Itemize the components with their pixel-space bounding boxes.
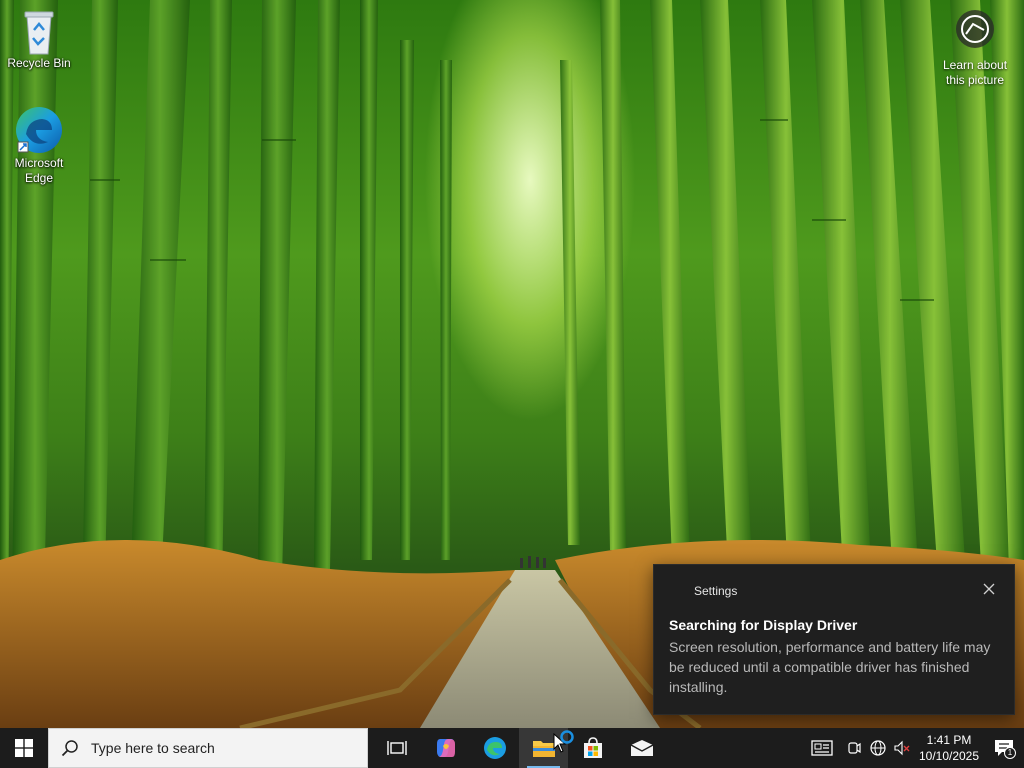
meet-now-button[interactable] [842,728,866,768]
desktop-icon-label: Recycle Bin [7,56,71,70]
folder-icon [532,741,555,757]
news-widget-button[interactable] [802,728,842,768]
edge-icon [16,107,62,153]
windows-logo-icon [15,739,33,757]
desktop-icon-microsoft-edge[interactable]: Microsoft Edge [1,104,77,186]
notification-count-badge: 1 [1004,747,1016,759]
close-icon[interactable] [980,580,998,598]
copilot-icon [436,739,455,757]
copilot-button[interactable] [421,728,470,768]
desktop-icon-label: Microsoft Edge [14,156,64,185]
start-button[interactable] [0,728,48,768]
clock-time: 1:41 PM [926,733,972,747]
volume-button[interactable] [890,728,914,768]
task-view-icon [386,741,407,755]
news-widget-icon [811,740,833,756]
clock-date: 10/10/2025 [918,749,980,763]
learn-about-picture[interactable]: Learn about this picture [936,10,1014,88]
mail-icon [630,740,653,756]
microsoft-store-button[interactable] [568,728,617,768]
task-view-button[interactable] [372,728,421,768]
notification-toast[interactable]: Settings Searching for Display Driver Sc… [653,564,1015,715]
network-icon [870,740,886,756]
action-center-button[interactable]: 1 [984,728,1024,768]
toast-body: Screen resolution, performance and batte… [669,639,991,695]
taskbar: Type here to search 1:41 PM 10/10/2025 1 [0,728,1024,768]
toast-title: Searching for Display Driver [669,617,858,633]
toast-app-name: Settings [694,584,738,598]
search-icon [61,740,78,757]
recycle-bin-icon [24,11,54,55]
learn-about-picture-label: Learn about this picture [942,58,1008,87]
camera-spotlight-icon [956,10,994,48]
edge-taskbar-button[interactable] [470,728,519,768]
volume-muted-icon [894,740,910,756]
store-icon [583,737,602,758]
edge-icon [483,737,506,759]
busy-spinner-icon [560,730,574,744]
taskbar-search-box[interactable]: Type here to search [48,728,368,768]
taskbar-clock[interactable]: 1:41 PM 10/10/2025 [914,732,984,764]
desktop-icon-recycle-bin[interactable]: Recycle Bin [1,8,77,71]
system-tray: 1:41 PM 10/10/2025 1 [802,728,1024,768]
mail-button[interactable] [617,728,666,768]
search-placeholder: Type here to search [91,740,215,756]
meet-now-icon [848,742,861,754]
network-button[interactable] [866,728,890,768]
